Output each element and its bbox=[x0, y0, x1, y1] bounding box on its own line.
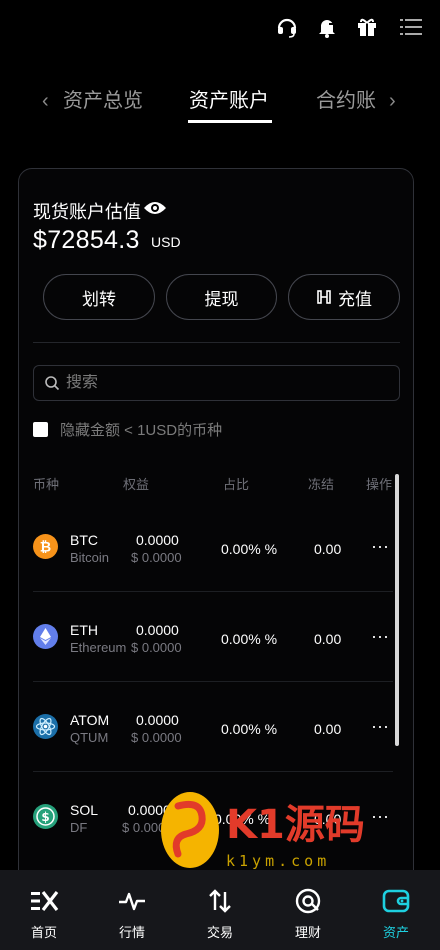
watermark-logo: K1源码 k1ym.com bbox=[160, 786, 370, 876]
finance-icon bbox=[295, 888, 321, 914]
equity-usd: $ 0.0000 bbox=[131, 730, 182, 745]
coin-name: DF bbox=[70, 820, 88, 835]
table-row[interactable]: ETH Ethereum 0.0000 $ 0.0000 0.00% % 0.0… bbox=[0, 592, 440, 682]
coin-symbol: BTC bbox=[70, 532, 98, 548]
header-equity: 权益 bbox=[123, 477, 150, 492]
headset-icon[interactable] bbox=[274, 14, 300, 40]
nav-trade[interactable]: 交易 bbox=[176, 870, 264, 950]
nav-trade-label: 交易 bbox=[206, 925, 233, 940]
bottom-navigation: 首页 行情 交易 理财 资产 bbox=[0, 870, 440, 950]
menu-icon[interactable] bbox=[398, 14, 424, 40]
tab-contract-account[interactable]: 合约账 bbox=[316, 86, 376, 116]
nav-market-label: 行情 bbox=[118, 925, 145, 940]
nav-assets-label: 资产 bbox=[382, 925, 409, 940]
svg-text:₿: ₿ bbox=[40, 540, 51, 556]
equity-usd: $ 0.0000 bbox=[131, 550, 182, 565]
top-bar bbox=[0, 0, 440, 56]
equity-usd: $ 0.0000 bbox=[131, 640, 182, 655]
deposit-icon bbox=[317, 290, 331, 304]
tab-asset-account[interactable]: 资产账户 bbox=[189, 86, 269, 116]
eye-icon[interactable] bbox=[143, 198, 167, 218]
nav-market[interactable]: 行情 bbox=[88, 870, 176, 950]
frozen-value: 0.00 bbox=[314, 541, 342, 557]
frozen-value: 0.00 bbox=[314, 721, 342, 737]
divider bbox=[33, 342, 400, 343]
coin-symbol: ETH bbox=[70, 622, 98, 638]
watermark-domain: k1ym.com bbox=[226, 852, 330, 870]
hide-small-checkbox[interactable] bbox=[33, 422, 48, 437]
nav-finance-label: 理财 bbox=[294, 925, 321, 940]
nav-finance[interactable]: 理财 bbox=[264, 870, 352, 950]
gift-icon[interactable] bbox=[354, 14, 380, 40]
more-options-icon[interactable]: ··· bbox=[371, 716, 389, 737]
table-row[interactable]: ₿ BTC Bitcoin 0.0000 $ 0.0000 0.00% % 0.… bbox=[0, 502, 440, 592]
active-tab-underline bbox=[188, 120, 272, 123]
bell-icon[interactable] bbox=[314, 14, 340, 40]
search-box[interactable] bbox=[33, 365, 400, 401]
svg-text:$: $ bbox=[41, 810, 49, 824]
search-icon bbox=[45, 376, 60, 391]
watermark-brand: K1源码 bbox=[226, 802, 365, 848]
account-currency: USD bbox=[151, 234, 181, 250]
nav-home-label: 首页 bbox=[30, 925, 57, 940]
header-coin: 币种 bbox=[33, 477, 60, 492]
coin-name: Ethereum bbox=[70, 640, 127, 655]
search-input[interactable] bbox=[66, 374, 366, 392]
equity-value: 0.0000 bbox=[136, 532, 179, 548]
account-amount: $72854.3 bbox=[33, 226, 140, 254]
header-action: 操作 bbox=[366, 477, 393, 492]
bitcoin-icon: ₿ bbox=[33, 534, 58, 559]
trade-arrows-icon bbox=[209, 889, 231, 913]
nav-assets[interactable]: 资产 bbox=[352, 870, 440, 950]
deposit-button[interactable]: 充值 bbox=[288, 274, 400, 320]
dollar-coin-icon: $ bbox=[33, 804, 58, 829]
chevron-left-icon[interactable]: ‹ bbox=[42, 90, 49, 113]
tab-asset-overview[interactable]: 资产总览 bbox=[63, 86, 143, 116]
coin-symbol: SOL bbox=[70, 802, 99, 818]
header-frozen: 冻结 bbox=[308, 477, 335, 492]
account-valuation-title: 现货账户估值 bbox=[33, 202, 141, 222]
equity-value: 0.0000 bbox=[136, 622, 179, 638]
more-options-icon[interactable]: ··· bbox=[371, 626, 389, 647]
ethereum-icon bbox=[33, 624, 58, 649]
more-options-icon[interactable]: ··· bbox=[371, 536, 389, 557]
home-logo-icon bbox=[31, 891, 59, 911]
chevron-right-icon[interactable]: › bbox=[389, 90, 396, 113]
atom-icon bbox=[33, 714, 58, 739]
ratio-value: 0.00% % bbox=[221, 631, 278, 647]
hide-small-filter[interactable]: 隐藏金额 < 1USD的币种 bbox=[33, 419, 222, 440]
coin-name: QTUM bbox=[70, 730, 109, 745]
market-pulse-icon bbox=[119, 892, 145, 911]
transfer-button[interactable]: 划转 bbox=[43, 274, 155, 320]
coin-name: Bitcoin bbox=[70, 550, 110, 565]
deposit-label: 充值 bbox=[338, 289, 372, 309]
nav-home[interactable]: 首页 bbox=[0, 870, 88, 950]
coin-symbol: ATOM bbox=[70, 712, 110, 728]
withdraw-button[interactable]: 提现 bbox=[166, 274, 277, 320]
equity-value: 0.0000 bbox=[136, 712, 179, 728]
table-row[interactable]: ATOM QTUM 0.0000 $ 0.0000 0.00% % 0.00 ·… bbox=[0, 682, 440, 772]
table-header: 币种 权益 占比 冻结 操作 bbox=[0, 474, 440, 494]
ratio-value: 0.00% % bbox=[221, 721, 278, 737]
header-ratio: 占比 bbox=[223, 477, 250, 492]
frozen-value: 0.00 bbox=[314, 631, 342, 647]
wallet-icon bbox=[382, 889, 410, 913]
ratio-value: 0.00% % bbox=[221, 541, 278, 557]
more-options-icon[interactable]: ··· bbox=[371, 806, 389, 827]
hide-small-label: 隐藏金额 < 1USD的币种 bbox=[60, 422, 223, 439]
